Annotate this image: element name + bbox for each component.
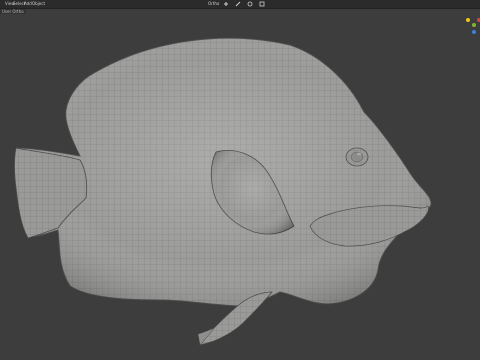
overlay-icon[interactable] bbox=[259, 1, 265, 7]
transform-icon[interactable] bbox=[223, 1, 229, 7]
breadcrumb-bar: User Ortho bbox=[0, 9, 480, 14]
gizmo-y-dot[interactable] bbox=[472, 23, 476, 27]
view-mode[interactable]: Ortho bbox=[208, 0, 219, 8]
proportional-edit-icon[interactable] bbox=[247, 1, 253, 7]
gizmo-z-dot[interactable] bbox=[472, 30, 476, 34]
snap-icon[interactable] bbox=[235, 1, 241, 7]
3d-viewport[interactable] bbox=[0, 0, 480, 360]
blender-window: View Select Add Object Ortho User Ortho bbox=[0, 0, 480, 360]
header-bar: View Select Add Object Ortho bbox=[0, 0, 480, 9]
menu-add[interactable]: Add bbox=[24, 0, 32, 8]
breadcrumb: User Ortho bbox=[0, 9, 26, 14]
menu-object[interactable]: Object bbox=[32, 0, 45, 8]
fish-eye bbox=[345, 147, 369, 167]
gizmo-x-dot[interactable] bbox=[466, 18, 470, 22]
